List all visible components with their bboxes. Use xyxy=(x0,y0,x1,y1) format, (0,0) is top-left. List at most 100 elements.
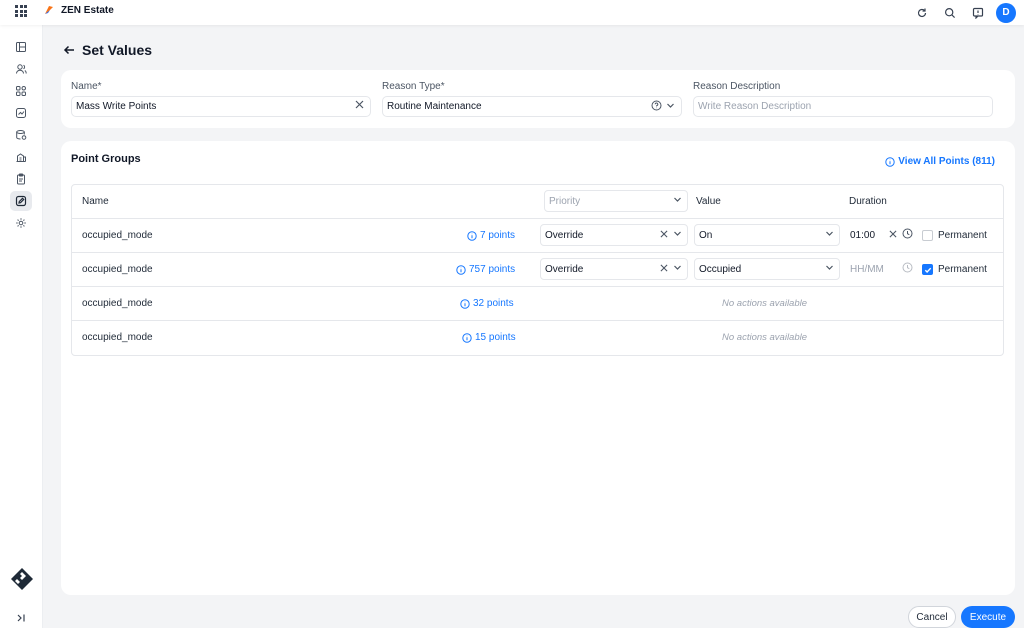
execute-button[interactable]: Execute xyxy=(961,606,1015,628)
duration-input[interactable]: 01:00 xyxy=(846,224,918,246)
refresh-icon[interactable] xyxy=(908,3,936,23)
clock-icon[interactable] xyxy=(902,262,913,273)
chevron-down-icon xyxy=(674,197,681,202)
row-name: occupied_mode xyxy=(82,230,153,241)
clear-icon[interactable] xyxy=(660,230,668,238)
brand-name: ZEN Estate xyxy=(61,5,114,16)
points-count: 15 points xyxy=(475,332,516,343)
points-link[interactable]: 32 points xyxy=(460,287,514,320)
analytics-icon[interactable] xyxy=(10,103,32,123)
company-logo-icon xyxy=(11,568,33,590)
row-name: occupied_mode xyxy=(82,332,153,343)
no-actions-text: No actions available xyxy=(722,332,808,343)
info-icon xyxy=(456,264,466,275)
priority-value: Override xyxy=(545,263,584,275)
table-row: occupied_mode 757 points Override Occupi… xyxy=(72,253,1003,287)
expand-sidebar-icon[interactable] xyxy=(12,610,30,626)
points-count: 757 points xyxy=(469,264,516,275)
row-name: occupied_mode xyxy=(82,264,153,275)
name-label: Name* xyxy=(71,81,102,92)
building-icon[interactable] xyxy=(10,147,32,167)
info-icon xyxy=(460,298,470,309)
no-actions-text: No actions available xyxy=(722,298,808,309)
priority-value: Override xyxy=(545,229,584,241)
duration-placeholder: HH/MM xyxy=(850,263,884,275)
chevron-down-icon[interactable] xyxy=(825,229,834,238)
sidebar xyxy=(0,25,43,628)
points-count: 7 points xyxy=(480,230,516,241)
clipboard-icon[interactable] xyxy=(10,169,32,189)
page-title: Set Values xyxy=(82,42,153,58)
brand-logo-icon xyxy=(45,6,53,14)
users-icon[interactable] xyxy=(10,59,32,79)
chevron-down-icon[interactable] xyxy=(666,101,675,110)
chevron-down-icon[interactable] xyxy=(673,263,682,272)
clear-icon[interactable] xyxy=(355,100,364,109)
row-name: occupied_mode xyxy=(82,298,153,309)
info-icon xyxy=(467,230,477,241)
permanent-checkbox[interactable]: Permanent xyxy=(922,219,987,252)
points-link[interactable]: 757 points xyxy=(456,253,515,286)
clear-icon[interactable] xyxy=(660,264,668,272)
reason-description-label: Reason Description xyxy=(693,81,781,92)
chevron-down-icon[interactable] xyxy=(825,263,834,272)
check-icon xyxy=(924,267,931,273)
priority-placeholder: Priority xyxy=(549,195,581,207)
database-icon[interactable] xyxy=(10,125,32,145)
top-bar: ZEN Estate D xyxy=(0,0,1024,25)
point-groups-title: Point Groups xyxy=(71,153,141,165)
reason-description-input[interactable]: Write Reason Description xyxy=(693,96,993,117)
point-groups-card: Point Groups View All Points (811) Name … xyxy=(61,141,1015,595)
value-selected: On xyxy=(699,229,713,241)
table-row: occupied_mode 15 points No actions avail… xyxy=(72,321,1003,355)
points-link[interactable]: 15 points xyxy=(462,321,516,354)
info-icon xyxy=(462,332,472,343)
name-value: Mass Write Points xyxy=(76,101,157,112)
priority-select[interactable]: Override xyxy=(540,258,688,280)
column-duration: Duration xyxy=(849,196,887,207)
feedback-icon[interactable] xyxy=(964,3,992,23)
view-all-points-link[interactable]: View All Points (811) xyxy=(885,156,995,167)
reason-type-value: Routine Maintenance xyxy=(387,101,482,112)
table-header: Name Priority Value Duration xyxy=(72,185,1003,219)
chevron-down-icon[interactable] xyxy=(673,229,682,238)
table-row: occupied_mode 7 points Override On 01:00 xyxy=(72,219,1003,253)
page-header: Set Values xyxy=(62,40,152,60)
points-count: 32 points xyxy=(473,298,514,309)
table-row: occupied_mode 32 points No actions avail… xyxy=(72,287,1003,321)
avatar[interactable]: D xyxy=(996,2,1016,23)
priority-select[interactable]: Override xyxy=(540,224,688,246)
reason-type-select[interactable]: Routine Maintenance xyxy=(382,96,682,117)
dashboard-icon[interactable] xyxy=(10,37,32,57)
clock-icon[interactable] xyxy=(902,228,913,239)
value-selected: Occupied xyxy=(699,263,742,275)
points-link[interactable]: 7 points xyxy=(467,219,515,252)
edit-icon[interactable] xyxy=(10,191,32,211)
name-field[interactable]: Mass Write Points xyxy=(71,96,371,117)
column-value: Value xyxy=(696,196,721,207)
duration-value: 01:00 xyxy=(850,229,876,241)
checkbox-unchecked[interactable] xyxy=(922,230,933,241)
settings-icon[interactable] xyxy=(10,213,32,233)
reason-description-placeholder: Write Reason Description xyxy=(698,101,812,112)
view-all-points-label: View All Points (811) xyxy=(898,156,995,167)
app-grid-icon[interactable] xyxy=(14,4,28,18)
help-icon[interactable] xyxy=(651,100,662,111)
value-select[interactable]: Occupied xyxy=(694,258,840,280)
value-select[interactable]: On xyxy=(694,224,840,246)
back-arrow-icon[interactable] xyxy=(62,43,76,57)
apps-icon[interactable] xyxy=(10,81,32,101)
clear-icon[interactable] xyxy=(889,230,897,238)
info-icon xyxy=(885,156,895,167)
search-icon[interactable] xyxy=(936,3,964,23)
permanent-checkbox[interactable]: Permanent xyxy=(922,253,987,286)
column-name: Name xyxy=(82,196,109,207)
reason-type-label: Reason Type* xyxy=(382,81,445,92)
permanent-label: Permanent xyxy=(938,230,987,241)
cancel-button[interactable]: Cancel xyxy=(908,606,956,628)
permanent-label: Permanent xyxy=(938,264,987,275)
checkbox-checked[interactable] xyxy=(922,264,933,275)
duration-input[interactable]: HH/MM xyxy=(846,258,918,280)
priority-header-select[interactable]: Priority xyxy=(544,190,688,212)
point-groups-table: Name Priority Value Duration occupied_mo… xyxy=(71,184,1004,356)
